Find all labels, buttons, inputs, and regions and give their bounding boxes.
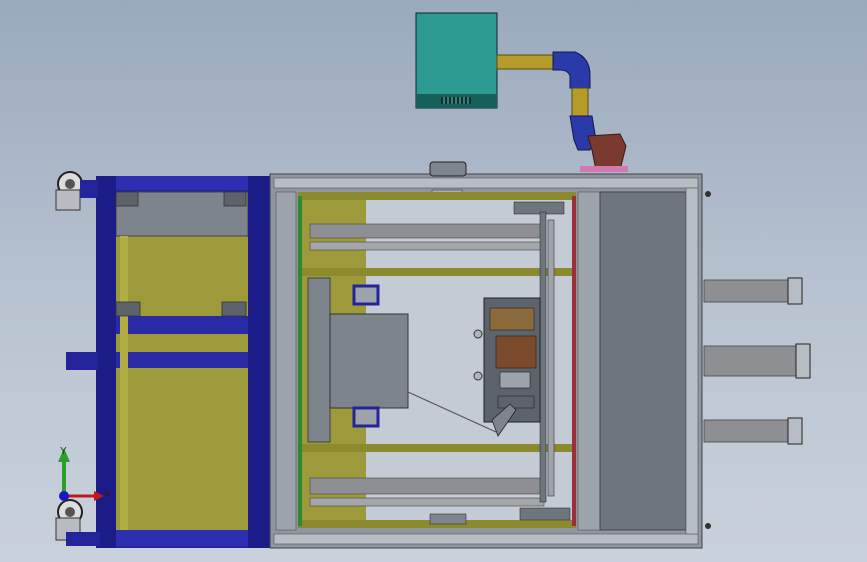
caster-wheel-icon (55, 171, 98, 211)
fixture-head (473, 297, 541, 437)
cabinet-vent-grille (441, 97, 471, 104)
cylinder-top (703, 277, 803, 305)
exhaust-duct (496, 51, 628, 172)
cylinder-bottom (703, 417, 803, 445)
dust-collector-cabinet (415, 12, 498, 109)
cylinder-middle (703, 343, 811, 379)
blue-frame-section (66, 176, 274, 548)
triad-x-label: X (104, 489, 111, 500)
caster-wheel-icon (55, 499, 100, 546)
cad-viewport[interactable]: Y X (0, 0, 867, 562)
triad-y-label: Y (60, 446, 67, 457)
